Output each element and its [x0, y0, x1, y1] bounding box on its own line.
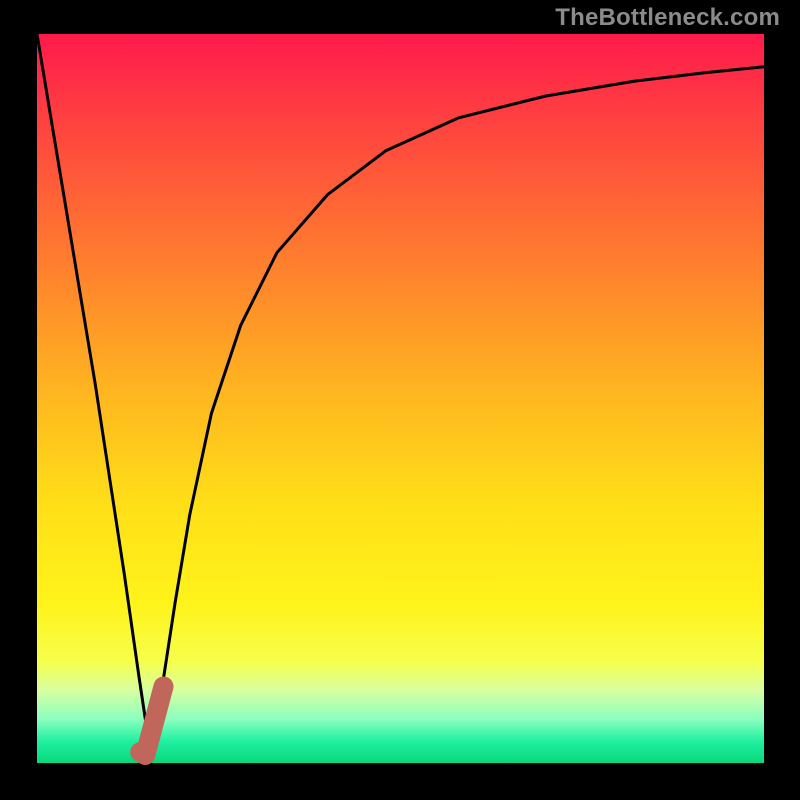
chart-svg	[0, 0, 800, 800]
watermark-text: TheBottleneck.com	[555, 4, 780, 32]
chart-frame: TheBottleneck.com	[0, 0, 800, 800]
